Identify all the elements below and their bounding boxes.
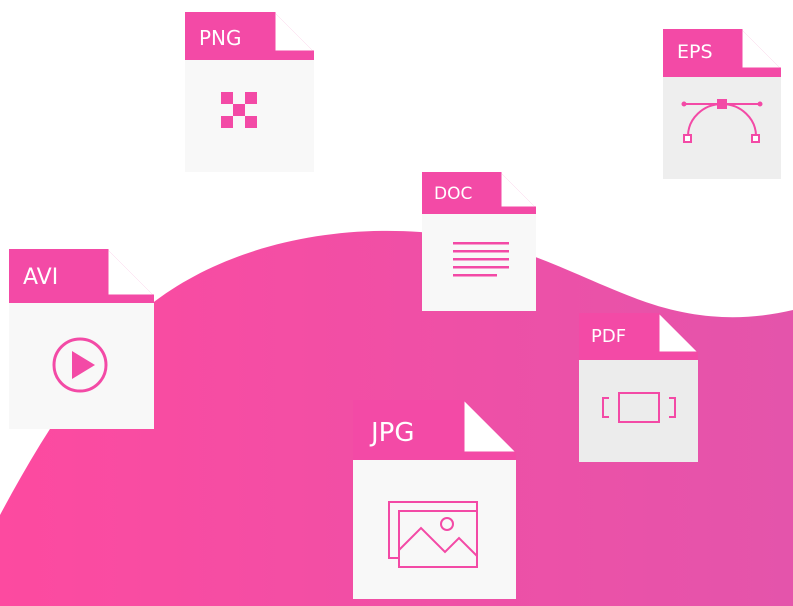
- png-file-icon: PNG: [185, 12, 314, 172]
- doc-label: DOC: [434, 184, 473, 204]
- jpg-file-icon: JPG: [353, 400, 516, 599]
- png-label: PNG: [199, 26, 242, 50]
- avi-label: AVI: [23, 265, 59, 290]
- pdf-label: PDF: [591, 326, 627, 347]
- eps-file-icon: EPS: [663, 29, 781, 179]
- image-icon: [388, 501, 478, 568]
- pdf-file-icon: PDF: [579, 313, 698, 462]
- eps-label: EPS: [677, 41, 713, 63]
- avi-file-icon: AVI: [9, 249, 154, 429]
- doc-file-icon: DOC: [422, 172, 536, 311]
- jpg-label: JPG: [371, 418, 415, 448]
